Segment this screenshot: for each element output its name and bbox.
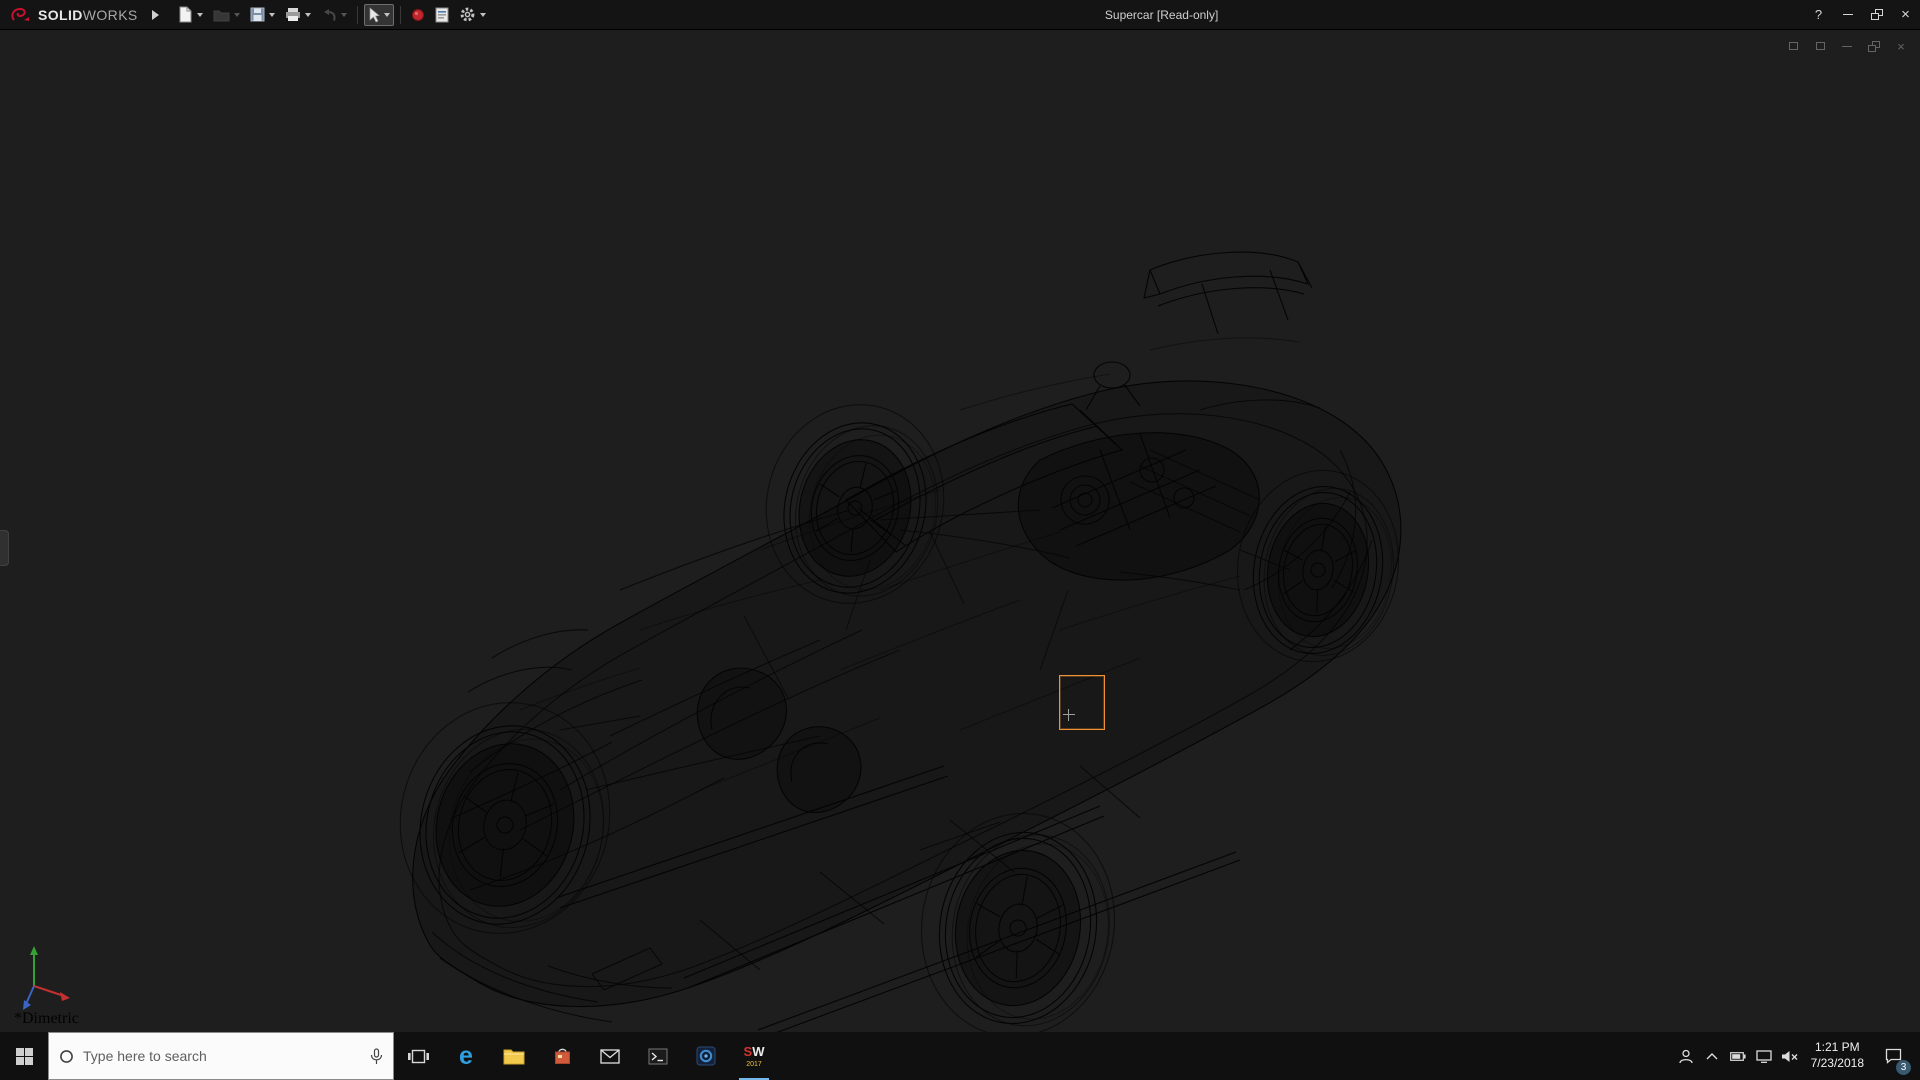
solidworks-logo: SOLIDWORKS <box>0 6 144 24</box>
battery-icon <box>1730 1052 1746 1061</box>
doc-minimize-button[interactable] <box>1840 39 1854 53</box>
close-icon: × <box>1897 39 1905 54</box>
view-orientation-label: *Dimetric <box>14 1010 79 1028</box>
mail-icon <box>600 1049 620 1064</box>
rebuild-button[interactable] <box>407 5 429 25</box>
file-properties-icon <box>435 7 449 23</box>
store-button[interactable] <box>538 1032 586 1080</box>
doc-restore-button[interactable] <box>1867 39 1881 53</box>
taskbar-clock[interactable]: 1:21 PM 7/23/2018 <box>1803 1040 1872 1071</box>
menu-expand-arrow-icon[interactable] <box>152 10 159 20</box>
chevron-down-icon[interactable] <box>384 13 390 17</box>
close-icon: × <box>1901 6 1910 23</box>
restore-icon <box>1871 9 1883 20</box>
undo-icon <box>321 8 337 22</box>
action-center-button[interactable]: 3 <box>1872 1032 1914 1080</box>
composer-icon <box>696 1046 716 1066</box>
help-icon: ? <box>1815 7 1822 22</box>
clock-time: 1:21 PM <box>1811 1040 1864 1056</box>
brand-name: SOLIDWORKS <box>38 7 138 23</box>
mail-button[interactable] <box>586 1032 634 1080</box>
notification-badge: 3 <box>1896 1060 1911 1075</box>
people-button[interactable] <box>1673 1032 1699 1080</box>
open-document-button[interactable] <box>209 5 244 25</box>
taskbar: e SW 2 <box>0 1032 1920 1080</box>
doc-close-button[interactable]: × <box>1894 39 1908 53</box>
cortana-icon <box>59 1049 74 1064</box>
select-tool-button[interactable] <box>364 4 394 26</box>
show-hidden-icons-button[interactable] <box>1699 1032 1725 1080</box>
battery-button[interactable] <box>1725 1032 1751 1080</box>
chevron-down-icon[interactable] <box>305 13 311 17</box>
save-button[interactable] <box>246 4 279 25</box>
restore-button[interactable] <box>1862 0 1891 29</box>
solidworks-app-button[interactable]: SW 2017 <box>730 1032 778 1080</box>
restore-icon <box>1868 41 1880 52</box>
taskbar-search[interactable] <box>48 1032 394 1080</box>
composer-button[interactable] <box>682 1032 730 1080</box>
crosshair-cursor-icon <box>1063 709 1075 721</box>
rebuild-icon <box>411 8 425 22</box>
minimize-button[interactable] <box>1833 0 1862 29</box>
graphics-viewport[interactable]: × *Dimetric <box>0 30 1920 1032</box>
minimize-icon <box>1843 14 1853 15</box>
network-icon <box>1756 1050 1772 1063</box>
store-icon <box>553 1047 572 1066</box>
wireframe-car-model <box>0 30 1920 1032</box>
print-icon <box>285 7 301 22</box>
undo-button[interactable] <box>317 5 351 25</box>
chevron-down-icon[interactable] <box>480 13 486 17</box>
system-tray: 1:21 PM 7/23/2018 3 <box>1673 1032 1920 1080</box>
file-explorer-icon <box>503 1048 525 1065</box>
command-prompt-button[interactable] <box>634 1032 682 1080</box>
clock-date: 7/23/2018 <box>1811 1056 1864 1072</box>
document-window-controls: × <box>1786 39 1908 53</box>
toolbar-separator <box>357 6 358 24</box>
titlebar: SOLIDWORKS <box>0 0 1920 30</box>
start-button[interactable] <box>0 1032 48 1080</box>
options-button[interactable] <box>455 3 490 26</box>
people-icon <box>1678 1049 1694 1064</box>
new-document-icon <box>178 6 193 23</box>
select-arrow-icon <box>368 7 380 23</box>
task-view-icon <box>408 1048 429 1065</box>
network-button[interactable] <box>1751 1032 1777 1080</box>
volume-button[interactable] <box>1777 1032 1803 1080</box>
window-icon[interactable] <box>1786 39 1800 53</box>
save-icon <box>250 7 265 22</box>
window-controls: ? × <box>1804 0 1920 29</box>
chevron-down-icon[interactable] <box>269 13 275 17</box>
toolbar-separator <box>400 6 401 24</box>
command-prompt-icon <box>648 1048 668 1065</box>
volume-muted-icon <box>1781 1050 1799 1063</box>
windows-logo-icon <box>16 1048 33 1065</box>
edge-button[interactable]: e <box>442 1032 490 1080</box>
orientation-triad <box>18 942 82 1014</box>
close-button[interactable]: × <box>1891 0 1920 29</box>
file-explorer-button[interactable] <box>490 1032 538 1080</box>
open-folder-icon <box>213 8 230 22</box>
new-document-button[interactable] <box>174 3 207 26</box>
chevron-up-icon <box>1706 1052 1718 1060</box>
window-icon[interactable] <box>1813 39 1827 53</box>
minimize-icon <box>1842 46 1852 47</box>
print-button[interactable] <box>281 4 315 25</box>
microphone-icon[interactable] <box>370 1048 383 1065</box>
file-properties-button[interactable] <box>431 4 453 26</box>
quick-access-toolbar <box>173 3 491 26</box>
window-title: Supercar [Read-only] <box>1105 8 1218 22</box>
task-view-button[interactable] <box>394 1032 442 1080</box>
edge-icon: e <box>459 1044 473 1069</box>
chevron-down-icon[interactable] <box>341 13 347 17</box>
ds-logo-icon <box>10 6 32 24</box>
search-input[interactable] <box>83 1048 361 1064</box>
solidworks-2017-icon: SW 2017 <box>744 1044 765 1068</box>
help-button[interactable]: ? <box>1804 0 1833 29</box>
chevron-down-icon[interactable] <box>234 13 240 17</box>
chevron-down-icon[interactable] <box>197 13 203 17</box>
selection-rubber-band <box>1059 675 1105 730</box>
collapsed-panel-tab[interactable] <box>0 530 9 566</box>
options-gear-icon <box>459 6 476 23</box>
